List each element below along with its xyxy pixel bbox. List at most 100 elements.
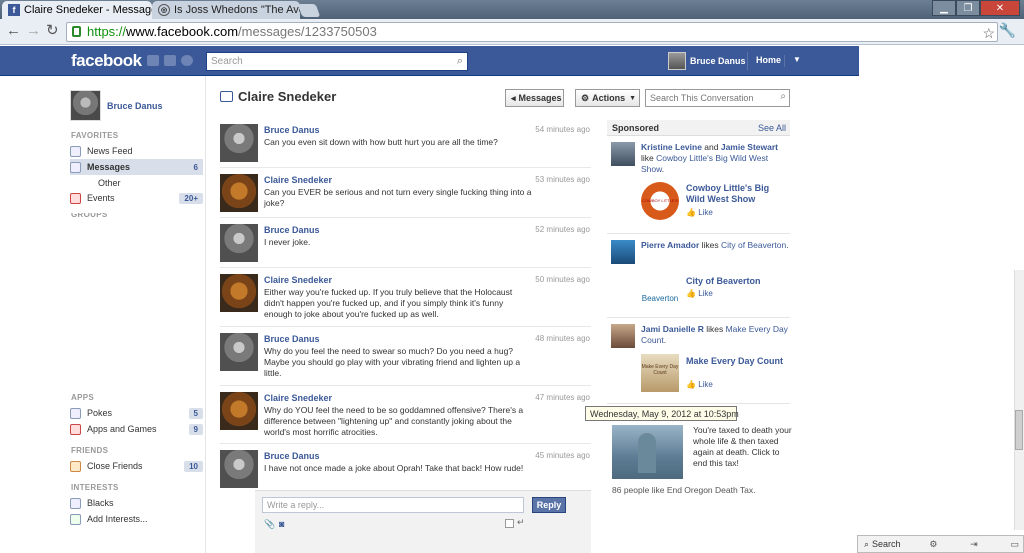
- sidebar-item-apps-and-games[interactable]: Apps and Games 9: [70, 421, 203, 437]
- search-input[interactable]: Search ⌕: [206, 52, 468, 71]
- ad-like-link[interactable]: 👍 Like: [686, 207, 713, 218]
- home-link[interactable]: Home: [747, 52, 781, 70]
- address-bar[interactable]: https://www.facebook.com/messages/123375…: [66, 22, 998, 42]
- ad-logo[interactable]: Beaverton: [641, 270, 679, 308]
- message-sender[interactable]: Bruce Danus: [264, 225, 320, 235]
- sponsored-ad: Kristine Levine and Jamie Stewart like C…: [607, 140, 790, 234]
- messages-icon[interactable]: [164, 55, 176, 66]
- close-window-icon[interactable]: ✕: [980, 0, 1020, 16]
- sidebar-item-other[interactable]: Other: [70, 175, 203, 191]
- search-icon[interactable]: ⌕: [780, 91, 786, 102]
- page-link[interactable]: Cowboy Little's Big Wild West Show: [641, 153, 768, 174]
- header-profile-link[interactable]: Bruce Danus: [668, 52, 746, 70]
- search-icon: ⌕: [864, 538, 870, 549]
- page-link[interactable]: City of Beaverton: [721, 240, 786, 250]
- friend-link[interactable]: Pierre Amador: [641, 240, 699, 250]
- ad-image[interactable]: [612, 425, 683, 479]
- see-all-link[interactable]: See All: [758, 123, 786, 133]
- friend-requests-icon[interactable]: [147, 55, 159, 66]
- apps-icon: [70, 423, 81, 435]
- message-sender[interactable]: Claire Snedeker: [264, 275, 332, 285]
- new-tab-button[interactable]: [297, 4, 321, 17]
- chat-search-bar[interactable]: ⌕ Search ⚙ ⇥ ▭: [857, 535, 1024, 553]
- scrollbar[interactable]: [1014, 270, 1024, 530]
- list-icon: [70, 497, 81, 509]
- messages-back-button[interactable]: ◂ Messages: [505, 89, 564, 107]
- sidebar-item-events[interactable]: Events 20+: [70, 190, 203, 206]
- scrollbar-thumb[interactable]: [1015, 410, 1023, 450]
- minimize-icon[interactable]: ▁: [932, 0, 956, 16]
- avatar[interactable]: [611, 324, 635, 348]
- sidebar-profile-name: Bruce Danus: [107, 100, 163, 111]
- avatar[interactable]: [220, 333, 258, 371]
- tab-messages[interactable]: f Claire Snedeker - Messages ✕: [2, 1, 152, 19]
- ad-title[interactable]: City of Beaverton: [686, 276, 786, 287]
- bookmark-star-icon[interactable]: ☆: [982, 24, 995, 42]
- search-icon[interactable]: ⌕: [457, 55, 463, 68]
- conversation-icon: [220, 91, 233, 102]
- message-sender[interactable]: Bruce Danus: [264, 334, 320, 344]
- friend-link[interactable]: Jamie Stewart: [721, 142, 778, 152]
- facebook-logo[interactable]: facebook: [71, 51, 142, 71]
- message-sender[interactable]: Bruce Danus: [264, 125, 320, 135]
- ad-logo[interactable]: COWBOY LITTLE'S BIG: [641, 182, 679, 220]
- chat-sidebar-toggle-icon[interactable]: ▭: [1010, 539, 1019, 550]
- tab-avengers[interactable]: ◎ Is Joss Whedons "The Aven ✕: [152, 1, 300, 19]
- message-item: Bruce Danus 54 minutes ago Can you even …: [220, 118, 591, 168]
- ad-logo[interactable]: Make Every Day Count: [641, 354, 679, 392]
- ad-title[interactable]: Cowboy Little's Big Wild West Show: [686, 183, 786, 205]
- avatar[interactable]: [220, 224, 258, 262]
- avatar[interactable]: [220, 392, 258, 430]
- ad-like-link[interactable]: 👍 Like: [686, 379, 713, 390]
- ad-title[interactable]: Make Every Day Count: [686, 356, 786, 367]
- sidebar-profile[interactable]: Bruce Danus: [70, 90, 163, 121]
- avatar[interactable]: [220, 124, 258, 162]
- ad-like-link[interactable]: 👍 Like: [686, 288, 713, 299]
- avatar[interactable]: [220, 274, 258, 312]
- message-text: Why do YOU feel the need to be so goddam…: [264, 405, 524, 437]
- reply-button[interactable]: Reply: [532, 497, 566, 513]
- press-enter-checkbox[interactable]: [505, 519, 514, 528]
- chat-popout-icon[interactable]: ⇥: [970, 539, 978, 550]
- chat-settings-gear-icon[interactable]: ⚙: [929, 539, 937, 550]
- sidebar-item-pokes[interactable]: Pokes 5: [70, 405, 203, 421]
- notifications-icon[interactable]: [181, 55, 193, 66]
- avatar[interactable]: [611, 240, 635, 264]
- wrench-icon[interactable]: 🔧: [999, 22, 1016, 39]
- sidebar-item-news-feed[interactable]: News Feed: [70, 143, 203, 159]
- actions-button[interactable]: ⚙ Actions ▼: [575, 89, 640, 107]
- account-menu-icon[interactable]: ▼: [784, 55, 801, 67]
- message-text: Either way you're fucked up. If you trul…: [264, 287, 513, 319]
- sidebar-item-label: Pokes: [87, 408, 113, 418]
- avatar[interactable]: [220, 450, 258, 488]
- message-sender[interactable]: Claire Snedeker: [264, 175, 332, 185]
- forward-arrow-icon[interactable]: →: [26, 23, 41, 39]
- reply-input[interactable]: Write a reply...: [262, 497, 524, 513]
- message-sender[interactable]: Bruce Danus: [264, 451, 320, 461]
- like-label: Like: [698, 208, 713, 217]
- sidebar-item-close-friends[interactable]: Close Friends 10: [70, 458, 203, 474]
- url-path: /messages/1233750503: [238, 24, 377, 39]
- lock-icon: [72, 26, 81, 37]
- sidebar-item-add-interests[interactable]: Add Interests...: [70, 511, 203, 527]
- avatar[interactable]: [220, 174, 258, 212]
- message-item: Bruce Danus 52 minutes ago I never joke.: [220, 218, 591, 268]
- sidebar-item-label: Events: [87, 193, 115, 203]
- sidebar-item-blacks[interactable]: Blacks: [70, 495, 203, 511]
- ad-connector: .: [786, 240, 789, 250]
- attach-file-icon[interactable]: 📎: [264, 519, 275, 530]
- avatar[interactable]: [611, 142, 635, 166]
- reload-icon[interactable]: ↻: [46, 23, 59, 39]
- friend-link[interactable]: Jami Danielle R: [641, 324, 704, 334]
- chat-sidebar-blank: [859, 46, 1024, 553]
- sidebar-item-count: 10: [184, 460, 203, 472]
- sidebar-divider: [205, 76, 206, 553]
- friend-link[interactable]: Kristine Levine: [641, 142, 702, 152]
- conversation-search-input[interactable]: Search This Conversation ⌕: [645, 89, 790, 107]
- back-arrow-icon[interactable]: ←: [6, 23, 21, 39]
- sidebar-item-messages[interactable]: Messages 6: [70, 159, 203, 175]
- camera-icon[interactable]: ◙: [279, 519, 284, 529]
- message-sender[interactable]: Claire Snedeker: [264, 393, 332, 403]
- maximize-icon[interactable]: ❐: [956, 0, 980, 16]
- calendar-icon: [70, 192, 81, 204]
